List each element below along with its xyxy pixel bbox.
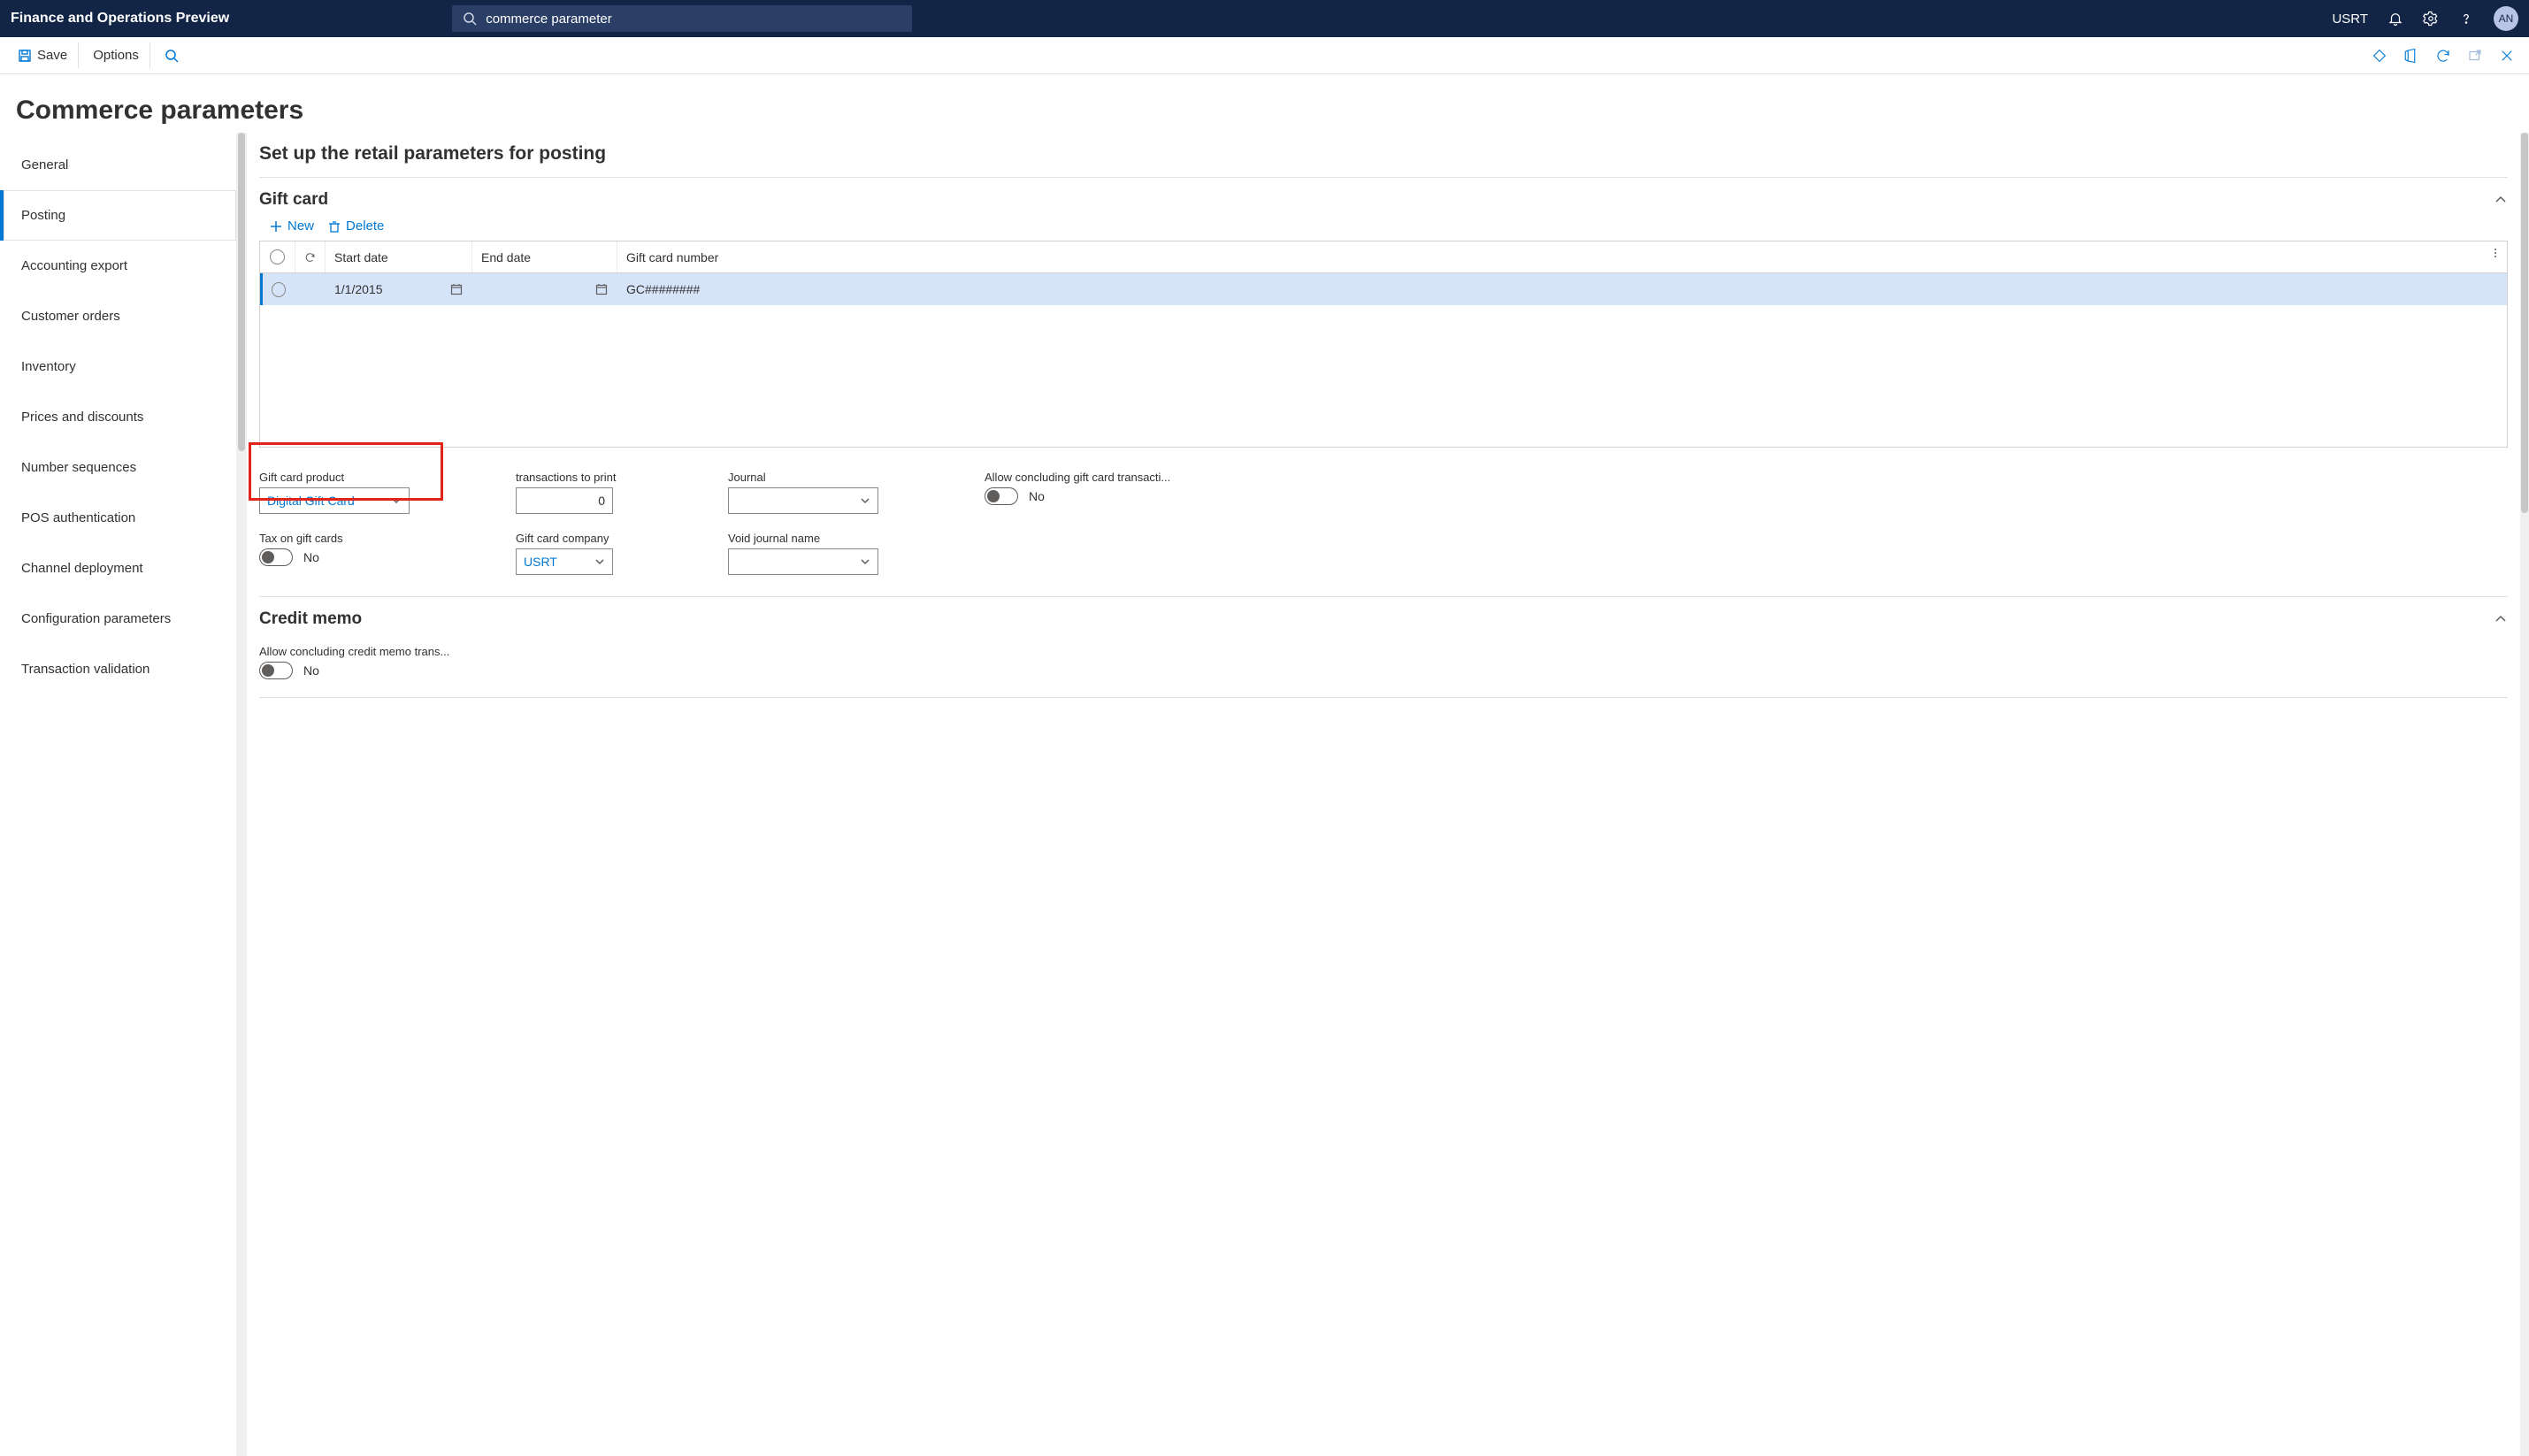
diamond-icon[interactable] [2372, 48, 2387, 64]
sidebar-item-customer-orders[interactable]: Customer orders [0, 291, 236, 341]
grid-more-icon[interactable] [2489, 247, 2502, 259]
chevron-down-icon [860, 556, 870, 567]
gift-card-product-value: Digital Gift Card [267, 494, 355, 508]
void-journal-select[interactable] [728, 548, 878, 575]
search-input[interactable] [486, 11, 901, 27]
row-select-icon[interactable] [272, 282, 286, 297]
global-search[interactable] [452, 5, 912, 32]
avatar[interactable]: AN [2494, 6, 2518, 31]
chevron-down-icon [391, 495, 402, 506]
row-gift-card-number[interactable]: GC######## [617, 273, 2507, 305]
credit-memo-heading[interactable]: Credit memo [259, 609, 362, 629]
credit-memo-allow-toggle[interactable] [259, 662, 293, 679]
sidebar-item-number-sequences[interactable]: Number sequences [0, 442, 236, 493]
find-button[interactable] [154, 43, 189, 68]
calendar-icon[interactable] [595, 283, 608, 295]
allow-concluding-toggle[interactable] [985, 487, 1018, 505]
transactions-to-print-input[interactable]: 0 [516, 487, 613, 514]
new-label: New [287, 218, 314, 234]
sidebar-item-inventory[interactable]: Inventory [0, 341, 236, 392]
allow-concluding-label: Allow concluding gift card transacti... [985, 471, 1179, 484]
calendar-icon[interactable] [450, 283, 463, 295]
save-button[interactable]: Save [7, 42, 79, 68]
gift-card-product-select[interactable]: Digital Gift Card [259, 487, 410, 514]
chevron-up-icon[interactable] [2494, 612, 2508, 626]
tax-toggle-value: No [303, 550, 319, 564]
col-end-date[interactable]: End date [472, 241, 617, 272]
refresh-header-icon[interactable] [295, 241, 326, 272]
gift-card-company-value: USRT [524, 555, 557, 569]
credit-memo-allow-value: No [303, 663, 319, 678]
gift-card-company-label: Gift card company [516, 532, 622, 545]
sidebar-item-pos-auth[interactable]: POS authentication [0, 493, 236, 543]
col-start-date[interactable]: Start date [326, 241, 472, 272]
command-bar: Save Options [0, 37, 2529, 74]
journal-label: Journal [728, 471, 878, 484]
journal-select[interactable] [728, 487, 878, 514]
refresh-icon[interactable] [2435, 48, 2451, 64]
sidebar-scrollbar[interactable] [236, 133, 247, 1456]
company-code[interactable]: USRT [2332, 11, 2368, 27]
allow-concluding-value: No [1029, 489, 1045, 503]
sidebar-item-accounting-export[interactable]: Accounting export [0, 241, 236, 291]
void-journal-label: Void journal name [728, 532, 878, 545]
select-all-header[interactable] [260, 241, 295, 272]
gift-card-grid: Start date End date Gift card number 1/1… [259, 241, 2508, 448]
search-icon [463, 11, 477, 26]
brand-title: Finance and Operations Preview [11, 11, 229, 27]
help-icon[interactable] [2458, 11, 2474, 27]
sidebar-item-channel-deployment[interactable]: Channel deployment [0, 543, 236, 594]
row-start-date[interactable]: 1/1/2015 [334, 282, 383, 296]
options-button[interactable]: Options [82, 42, 150, 68]
sidebar-item-prices-discounts[interactable]: Prices and discounts [0, 392, 236, 442]
sidebar-item-transaction-validation[interactable]: Transaction validation [0, 644, 236, 694]
transactions-to-print-label: transactions to print [516, 471, 622, 484]
page-title: Commerce parameters [0, 74, 2529, 133]
office-icon[interactable] [2403, 48, 2419, 64]
gift-card-product-label: Gift card product [259, 471, 410, 484]
chevron-down-icon [860, 495, 870, 506]
table-row[interactable]: 1/1/2015 GC######## [260, 273, 2507, 305]
gear-icon[interactable] [2423, 11, 2439, 27]
tax-on-gift-cards-label: Tax on gift cards [259, 532, 410, 545]
sidebar-item-config-parameters[interactable]: Configuration parameters [0, 594, 236, 644]
popout-icon[interactable] [2467, 48, 2483, 64]
section-heading: Set up the retail parameters for posting [259, 143, 2508, 165]
chevron-down-icon [594, 556, 605, 567]
col-gift-card-number[interactable]: Gift card number [617, 241, 2507, 272]
delete-button[interactable]: Delete [328, 218, 384, 234]
side-nav: General Posting Accounting export Custom… [0, 133, 236, 1456]
tax-toggle[interactable] [259, 548, 293, 566]
main-scrollbar[interactable] [2520, 133, 2529, 1456]
sidebar-item-general[interactable]: General [0, 140, 236, 190]
close-icon[interactable] [2499, 48, 2515, 64]
save-label: Save [37, 48, 67, 63]
sidebar-item-posting[interactable]: Posting [0, 190, 236, 241]
chevron-up-icon[interactable] [2494, 193, 2508, 207]
delete-label: Delete [346, 218, 384, 234]
new-button[interactable]: New [270, 218, 314, 234]
top-nav-bar: Finance and Operations Preview USRT AN [0, 0, 2529, 37]
gift-card-company-select[interactable]: USRT [516, 548, 613, 575]
options-label: Options [93, 48, 139, 63]
credit-memo-allow-label: Allow concluding credit memo trans... [259, 645, 454, 658]
transactions-to-print-value: 0 [598, 494, 605, 508]
gift-card-heading[interactable]: Gift card [259, 190, 328, 210]
bell-icon[interactable] [2387, 11, 2403, 27]
